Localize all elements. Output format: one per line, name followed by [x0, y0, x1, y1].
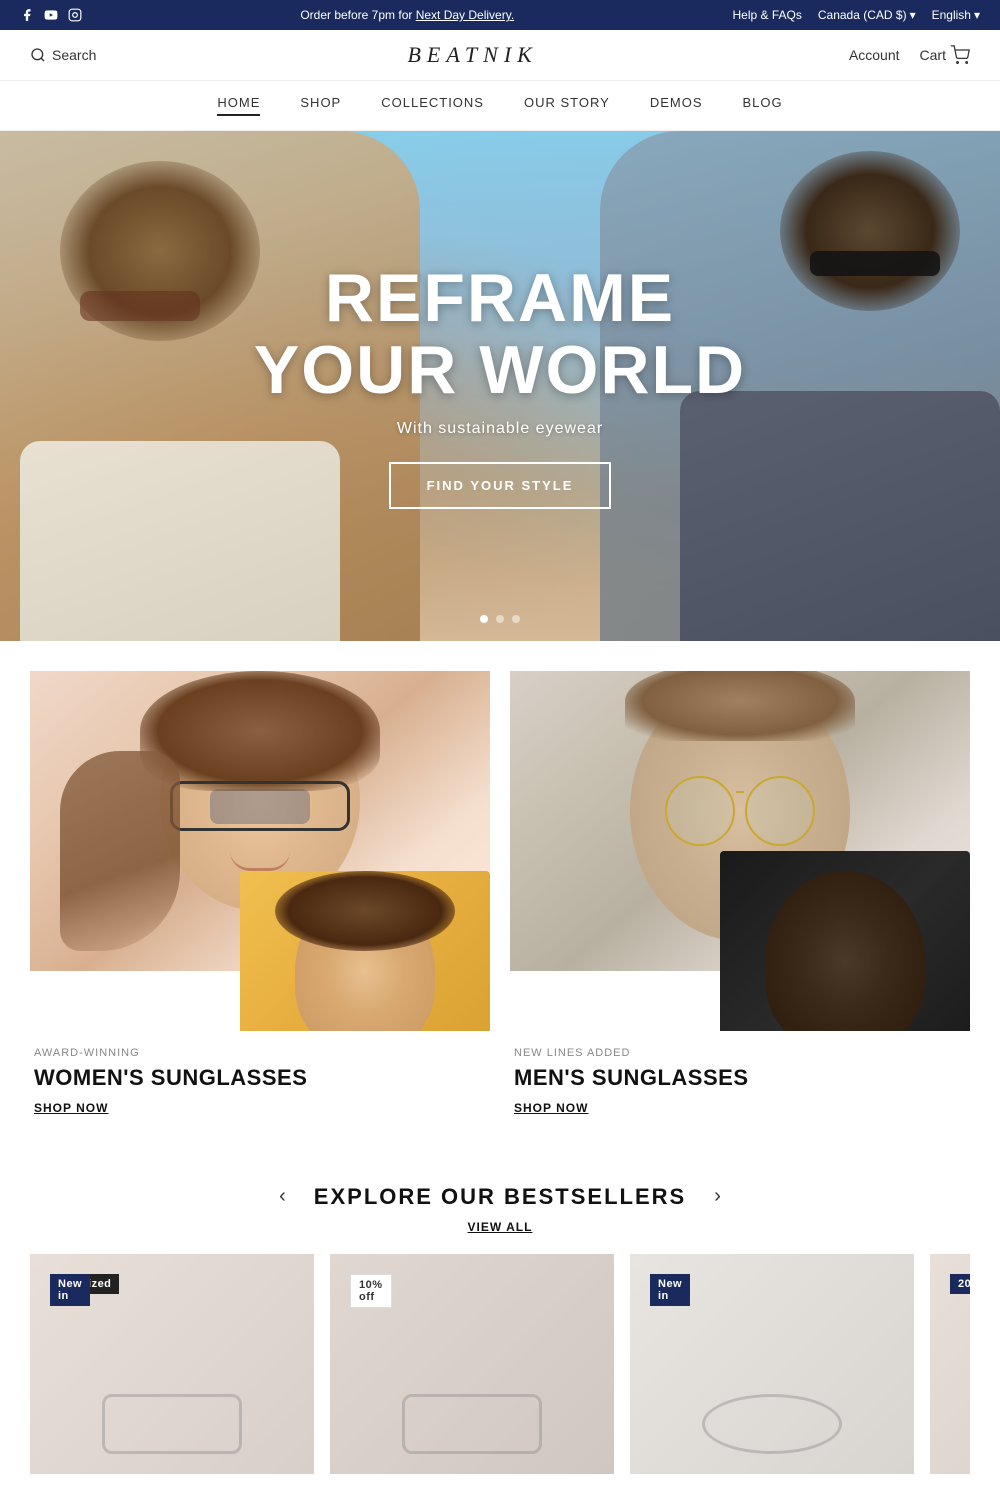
nav-shop[interactable]: SHOP	[300, 95, 341, 116]
men-product-info: NEW LINES ADDED MEN'S SUNGLASSES SHOP NO…	[510, 1031, 970, 1121]
cart-label: Cart	[920, 47, 946, 63]
product-categories-section: AWARD-WINNING WOMEN'S SUNGLASSES SHOP NO…	[0, 641, 1000, 1151]
nav-demos[interactable]: DEMOS	[650, 95, 703, 116]
hero-title: REFRAME YOUR WORLD	[254, 263, 746, 406]
bestseller-item-4: 20	[930, 1254, 970, 1474]
instagram-icon	[68, 8, 82, 22]
header-actions: Account Cart	[849, 45, 970, 65]
bestseller-item-2: New in 10% off	[330, 1254, 614, 1474]
bestseller-item-1: Polarized New in	[30, 1254, 314, 1474]
language-chevron: ▾	[974, 8, 980, 22]
carousel-dot-1[interactable]	[480, 615, 488, 623]
language-selector[interactable]: English ▾	[932, 8, 980, 22]
search-label: Search	[52, 47, 96, 63]
main-navigation: HOME SHOP COLLECTIONS OUR STORY DEMOS BL…	[0, 81, 1000, 131]
top-bar-right: Help & FAQs Canada (CAD $) ▾ English ▾	[733, 8, 981, 22]
badge-new-in-4: 20	[950, 1274, 970, 1294]
bestsellers-prev-button[interactable]: ‹	[271, 1181, 294, 1212]
currency-selector[interactable]: Canada (CAD $) ▾	[818, 8, 916, 22]
bestseller-item-2-image: New in 10% off	[330, 1254, 614, 1474]
currency-chevron: ▾	[910, 8, 916, 22]
nav-blog[interactable]: BLOG	[742, 95, 782, 116]
social-icons	[20, 8, 82, 22]
bestseller-item-1-image: Polarized New in	[30, 1254, 314, 1474]
site-header: Search BEATNIK Account Cart	[0, 30, 1000, 81]
hero-cta-button[interactable]: FIND YOUR STYLE	[389, 462, 612, 509]
women-shop-now[interactable]: SHOP NOW	[34, 1101, 108, 1115]
women-sunglasses-card: AWARD-WINNING WOMEN'S SUNGLASSES SHOP NO…	[30, 671, 490, 1121]
carousel-dot-2[interactable]	[496, 615, 504, 623]
youtube-icon	[44, 8, 58, 22]
nav-collections[interactable]: COLLECTIONS	[381, 95, 484, 116]
announcement-text: Order before 7pm for	[300, 8, 415, 22]
facebook-icon	[20, 8, 34, 22]
men-sunglasses-card: NEW LINES ADDED MEN'S SUNGLASSES SHOP NO…	[510, 671, 970, 1121]
hero-subtitle: With sustainable eyewear	[254, 420, 746, 438]
cart-icon	[950, 45, 970, 65]
badge-discount: 10% off	[350, 1274, 392, 1308]
bestseller-item-3: New in	[630, 1254, 914, 1474]
men-shop-now[interactable]: SHOP NOW	[514, 1101, 588, 1115]
hero-carousel-dots	[480, 615, 520, 623]
hero-section: REFRAME YOUR WORLD With sustainable eyew…	[0, 131, 1000, 641]
bestsellers-product-list: Polarized New in New in 10% off New in	[30, 1254, 970, 1474]
bestsellers-section: ‹ EXPLORE OUR BESTSELLERS › VIEW ALL Pol…	[0, 1151, 1000, 1494]
bestseller-item-3-image: New in	[630, 1254, 914, 1474]
search-button[interactable]: Search	[30, 47, 96, 63]
badge-new-in-3: New in	[650, 1274, 690, 1306]
view-all-link[interactable]: VIEW ALL	[30, 1220, 970, 1234]
hero-content: REFRAME YOUR WORLD With sustainable eyew…	[254, 263, 746, 509]
men-product-name: MEN'S SUNGLASSES	[514, 1065, 966, 1091]
bestsellers-header: ‹ EXPLORE OUR BESTSELLERS ›	[30, 1181, 970, 1212]
bestseller-item-4-image: 20	[930, 1254, 970, 1474]
women-product-name: WOMEN'S SUNGLASSES	[34, 1065, 486, 1091]
announcement-bar: Order before 7pm for Next Day Delivery.	[82, 8, 733, 22]
account-link[interactable]: Account	[849, 47, 900, 63]
nav-home[interactable]: HOME	[217, 95, 260, 116]
help-link[interactable]: Help & FAQs	[733, 8, 802, 22]
logo-text: BEATNIK	[407, 42, 537, 67]
cart-button[interactable]: Cart	[920, 45, 970, 65]
top-bar: Order before 7pm for Next Day Delivery. …	[0, 0, 1000, 30]
women-product-info: AWARD-WINNING WOMEN'S SUNGLASSES SHOP NO…	[30, 1031, 490, 1121]
bestsellers-title: EXPLORE OUR BESTSELLERS	[314, 1184, 686, 1210]
badge-new-in-1: New in	[50, 1274, 90, 1306]
women-product-tag: AWARD-WINNING	[34, 1047, 486, 1059]
search-icon	[30, 47, 46, 63]
bestsellers-next-button[interactable]: ›	[706, 1181, 729, 1212]
men-product-tag: NEW LINES ADDED	[514, 1047, 966, 1059]
nav-our-story[interactable]: OUR STORY	[524, 95, 610, 116]
carousel-dot-3[interactable]	[512, 615, 520, 623]
site-logo[interactable]: BEATNIK	[407, 42, 537, 68]
announcement-link[interactable]: Next Day Delivery.	[416, 8, 514, 22]
